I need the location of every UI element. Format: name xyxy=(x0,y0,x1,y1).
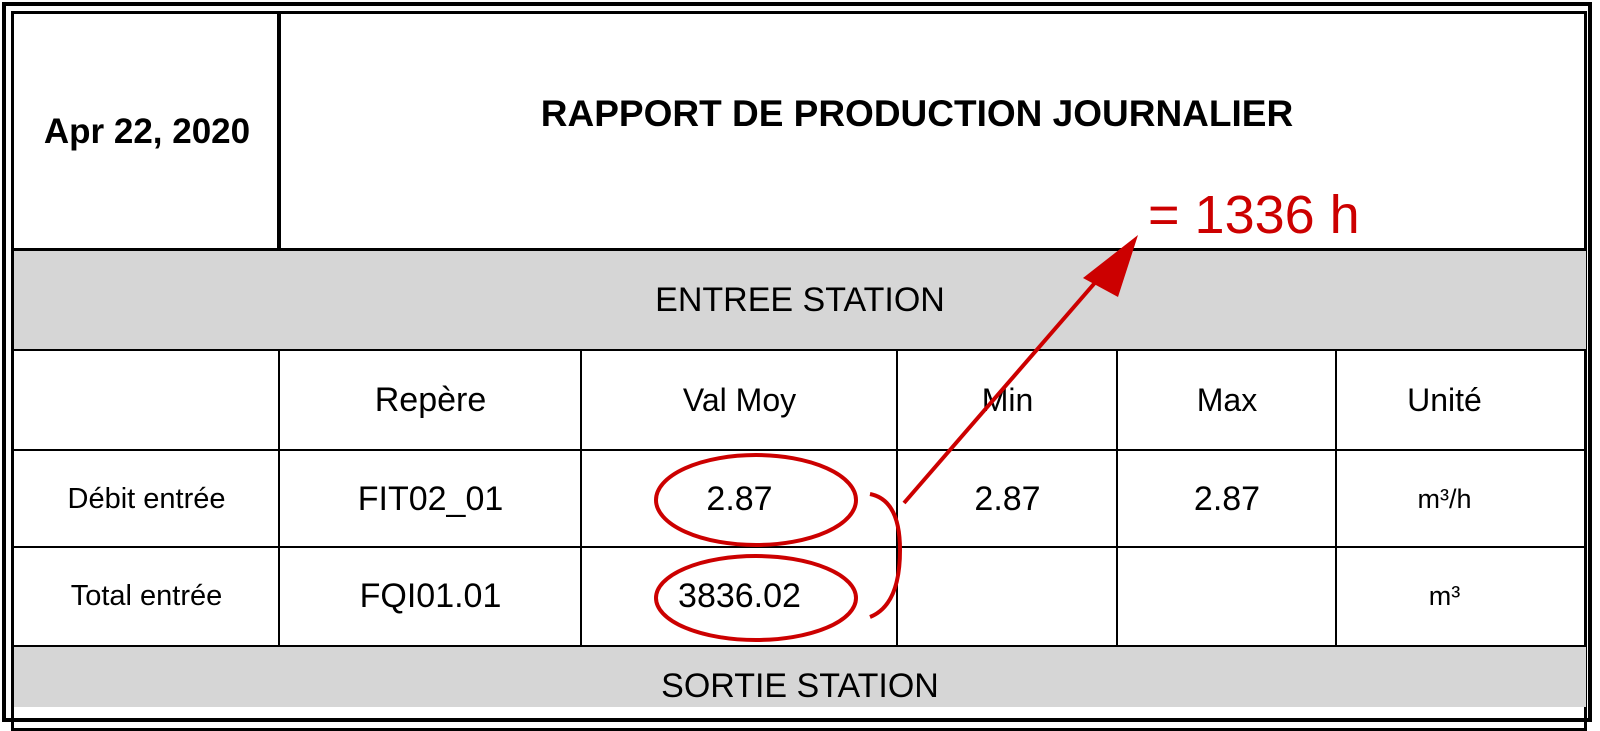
annotation-result: = 1336 h xyxy=(1148,185,1360,245)
circle-val-moy-total xyxy=(654,554,858,642)
circle-val-moy-debit xyxy=(654,453,858,547)
bracket-icon xyxy=(869,492,903,619)
annotation-overlay xyxy=(654,235,1138,642)
arrow-line xyxy=(902,268,1108,505)
